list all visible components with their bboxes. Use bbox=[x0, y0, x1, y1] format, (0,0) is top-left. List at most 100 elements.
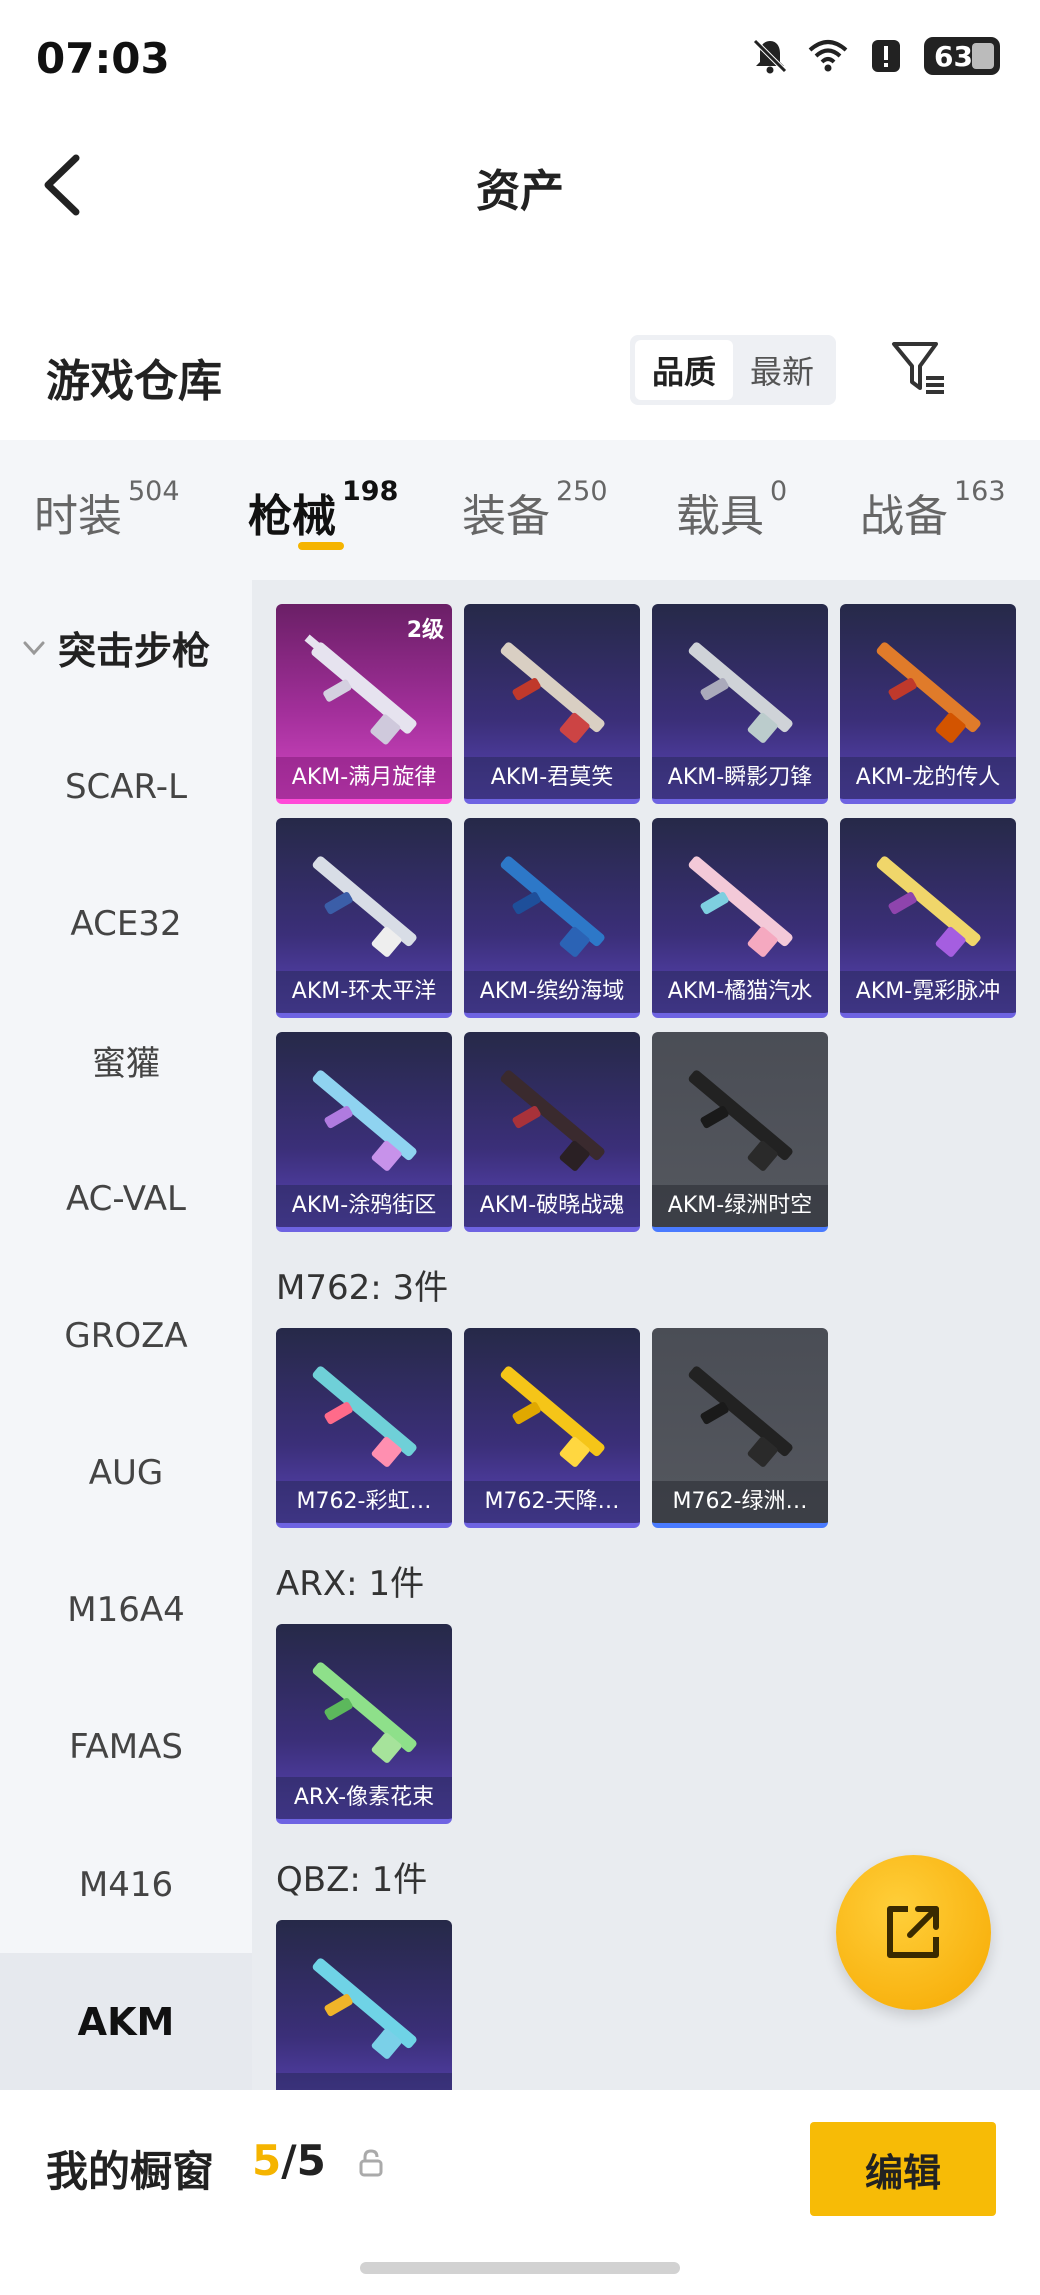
tab-label: 枪械 bbox=[248, 491, 336, 542]
warehouse-title: 游戏仓库 bbox=[46, 356, 222, 407]
showcase-current: 5 bbox=[252, 2136, 282, 2185]
gun-skin-image bbox=[688, 1366, 793, 1467]
tab-equipment[interactable]: 装备 250 bbox=[462, 476, 608, 544]
skin-name: M762-绿洲… bbox=[652, 1481, 828, 1523]
sidebar-item-famas[interactable]: FAMAS bbox=[0, 1678, 252, 1815]
wifi-icon bbox=[808, 40, 848, 72]
gun-skin-image bbox=[312, 856, 417, 957]
status-icons: 63 bbox=[750, 36, 1000, 76]
skin-card[interactable]: AKM-霓彩脉冲 bbox=[840, 818, 1016, 1018]
sort-by-quality[interactable]: 品质 bbox=[635, 340, 733, 400]
showcase-separator: / bbox=[281, 2136, 297, 2185]
skin-name: M762-彩虹… bbox=[276, 1481, 452, 1523]
sidebar-item-ac-val[interactable]: AC-VAL bbox=[0, 1130, 252, 1267]
gun-skin-image bbox=[312, 1366, 417, 1467]
bell-off-icon bbox=[753, 39, 787, 74]
gun-skin-image bbox=[876, 856, 981, 957]
sidebar-item-aug[interactable]: AUG bbox=[0, 1404, 252, 1541]
skin-name: AKM-破晓战魂 bbox=[464, 1185, 640, 1227]
sidebar-item-honey-badger[interactable]: 蜜獾 bbox=[0, 992, 252, 1129]
skin-name: AKM-满月旋律 bbox=[276, 757, 452, 799]
chevron-down-icon bbox=[23, 641, 45, 655]
gun-skin-image bbox=[688, 642, 793, 743]
skin-card[interactable]: AKM-环太平洋 bbox=[276, 818, 452, 1018]
skin-card[interactable]: AKM-绿洲时空 bbox=[652, 1032, 828, 1232]
gun-skin-image bbox=[312, 1070, 417, 1171]
sidebar-item-akm[interactable]: AKM bbox=[0, 1953, 252, 2090]
tab-weapons[interactable]: 枪械 198 bbox=[248, 476, 398, 544]
tab-fashion[interactable]: 时装 504 bbox=[34, 476, 180, 544]
skin-card[interactable]: M762-绿洲… bbox=[652, 1328, 828, 1528]
home-indicator[interactable] bbox=[360, 2262, 680, 2274]
tab-label: 装备 bbox=[462, 491, 550, 542]
tab-vehicles[interactable]: 载具 0 bbox=[676, 476, 787, 544]
gun-skin-image bbox=[500, 1070, 605, 1171]
filter-icon[interactable] bbox=[890, 338, 950, 398]
skin-name: AKM-环太平洋 bbox=[276, 971, 452, 1013]
gun-skin-image bbox=[312, 1662, 417, 1763]
group-title-qbz: QBZ: 1件 bbox=[276, 1860, 428, 1900]
showcase-label: 我的橱窗 bbox=[46, 2147, 215, 2196]
tab-count: 198 bbox=[342, 476, 399, 507]
skin-card[interactable]: AKM-缤纷海域 bbox=[464, 818, 640, 1018]
sidebar-group-assault-rifles[interactable]: 突击步枪 bbox=[20, 620, 210, 675]
showcase-bar: 我的橱窗 5/5 编辑 bbox=[0, 2090, 1040, 2295]
alert-icon bbox=[872, 40, 900, 72]
gun-skin-image bbox=[688, 856, 793, 957]
skin-name: ARX-像素花束 bbox=[276, 1777, 452, 1819]
tab-count: 163 bbox=[954, 476, 1006, 507]
battery-level: 63 bbox=[934, 39, 973, 73]
lock-icon bbox=[359, 2149, 383, 2177]
skin-name: AKM-霓彩脉冲 bbox=[840, 971, 1016, 1013]
skin-name: AKM-瞬影刀锋 bbox=[652, 757, 828, 799]
tab-count: 0 bbox=[770, 476, 788, 507]
skin-name: AKM-绿洲时空 bbox=[652, 1185, 828, 1227]
tab-label: 战备 bbox=[860, 491, 948, 542]
gun-skin-image bbox=[500, 856, 605, 957]
share-icon bbox=[887, 1906, 939, 1958]
edit-showcase-button[interactable]: 编辑 bbox=[810, 2122, 996, 2216]
sidebar-item-ace32[interactable]: ACE32 bbox=[0, 855, 252, 992]
sort-by-newest[interactable]: 最新 bbox=[733, 340, 831, 400]
tab-supplies[interactable]: 战备 163 bbox=[860, 476, 1006, 544]
skin-card[interactable] bbox=[276, 1920, 452, 2090]
skin-card[interactable]: AKM-君莫笑 bbox=[464, 604, 640, 804]
sort-toggle: 品质 最新 bbox=[630, 335, 836, 405]
skin-card[interactable]: M762-天降… bbox=[464, 1328, 640, 1528]
skin-name: M762-天降… bbox=[464, 1481, 640, 1523]
sidebar-item-groza[interactable]: GROZA bbox=[0, 1267, 252, 1404]
skin-card[interactable]: AKM-破晓战魂 bbox=[464, 1032, 640, 1232]
skin-card[interactable]: 2级 AKM-满月旋律 bbox=[276, 604, 452, 804]
skin-name: AKM-缤纷海域 bbox=[464, 971, 640, 1013]
sidebar-item-scar-l[interactable]: SCAR-L bbox=[0, 718, 252, 855]
gun-skin-image bbox=[688, 1070, 793, 1171]
active-tab-indicator bbox=[298, 542, 344, 550]
gun-skin-image bbox=[500, 1366, 605, 1467]
status-time: 07:03 bbox=[36, 34, 170, 83]
weapon-type-sidebar: 突击步枪 SCAR-L ACE32 蜜獾 AC-VAL GROZA AUG M1… bbox=[0, 580, 252, 2090]
skin-card[interactable]: AKM-瞬影刀锋 bbox=[652, 604, 828, 804]
skin-name: AKM-涂鸦街区 bbox=[276, 1185, 452, 1227]
skin-name bbox=[276, 2073, 452, 2090]
group-title-m762: M762: 3件 bbox=[276, 1268, 449, 1308]
battery-empty-region bbox=[972, 43, 994, 69]
tab-count: 504 bbox=[128, 476, 180, 507]
tab-count: 250 bbox=[556, 476, 608, 507]
tab-label: 时装 bbox=[34, 491, 122, 542]
showcase-count: 5/5 bbox=[252, 2136, 326, 2185]
gun-skin-image bbox=[312, 1958, 417, 2059]
skin-card[interactable]: AKM-涂鸦街区 bbox=[276, 1032, 452, 1232]
sidebar-group-label: 突击步枪 bbox=[58, 629, 211, 673]
sidebar-item-m16a4[interactable]: M16A4 bbox=[0, 1541, 252, 1678]
skin-card[interactable]: ARX-像素花束 bbox=[276, 1624, 452, 1824]
skin-card[interactable]: AKM-龙的传人 bbox=[840, 604, 1016, 804]
gun-skin-image bbox=[876, 642, 981, 743]
sidebar-item-m416[interactable]: M416 bbox=[0, 1816, 252, 1953]
share-button[interactable] bbox=[836, 1855, 991, 2010]
gun-skin-image bbox=[500, 642, 605, 743]
skin-card[interactable]: AKM-橘猫汽水 bbox=[652, 818, 828, 1018]
page-title: 资产 bbox=[476, 166, 564, 217]
skin-card[interactable]: M762-彩虹… bbox=[276, 1328, 452, 1528]
battery-indicator: 63 bbox=[924, 37, 1000, 75]
group-title-arx: ARX: 1件 bbox=[276, 1564, 425, 1604]
